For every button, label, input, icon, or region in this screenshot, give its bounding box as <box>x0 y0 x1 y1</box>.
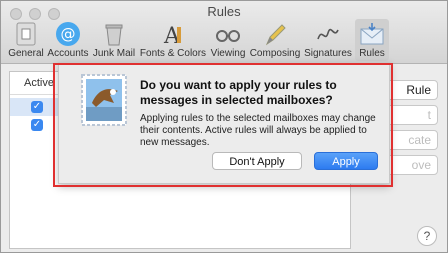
toolbar-fonts-colors[interactable]: A Fonts & Colors <box>139 19 207 61</box>
pencil-icon <box>265 24 286 46</box>
at-sign-icon: @ <box>56 22 80 46</box>
toolbar-signatures[interactable]: Signatures <box>302 19 354 61</box>
glasses-icon <box>216 30 240 42</box>
help-button[interactable]: ? <box>417 226 437 246</box>
dialog-info-text: Applying rules to the selected mailboxes… <box>140 113 376 148</box>
mail-stamp-icon <box>81 74 127 126</box>
toolbar-viewing[interactable]: Viewing <box>208 19 248 61</box>
rule-active-checkbox[interactable]: ✓ <box>31 101 43 113</box>
window-title: Rules <box>207 4 241 19</box>
dont-apply-button[interactable]: Don't Apply <box>212 152 302 170</box>
dialog-headline: Do you want to apply your rules to messa… <box>140 78 337 107</box>
rules-envelope-icon <box>360 23 384 45</box>
fonts-icon: A <box>163 24 181 47</box>
active-column-header[interactable]: Active <box>24 77 54 89</box>
toolbar-composing[interactable]: Composing <box>249 19 301 61</box>
apply-button[interactable]: Apply <box>314 152 378 170</box>
svg-text:@: @ <box>61 25 76 43</box>
general-icon <box>16 22 36 46</box>
toolbar-general[interactable]: General <box>7 19 45 61</box>
trash-icon <box>105 24 123 46</box>
title-bar: Rules General @ Accounts Junk Mail A Fon… <box>1 1 447 64</box>
rule-active-checkbox[interactable]: ✓ <box>31 119 43 131</box>
signature-icon <box>317 28 339 40</box>
toolbar-rules[interactable]: Rules <box>355 19 389 61</box>
toolbar-junk-mail[interactable]: Junk Mail <box>90 19 138 61</box>
toolbar-accounts[interactable]: @ Accounts <box>46 19 90 61</box>
